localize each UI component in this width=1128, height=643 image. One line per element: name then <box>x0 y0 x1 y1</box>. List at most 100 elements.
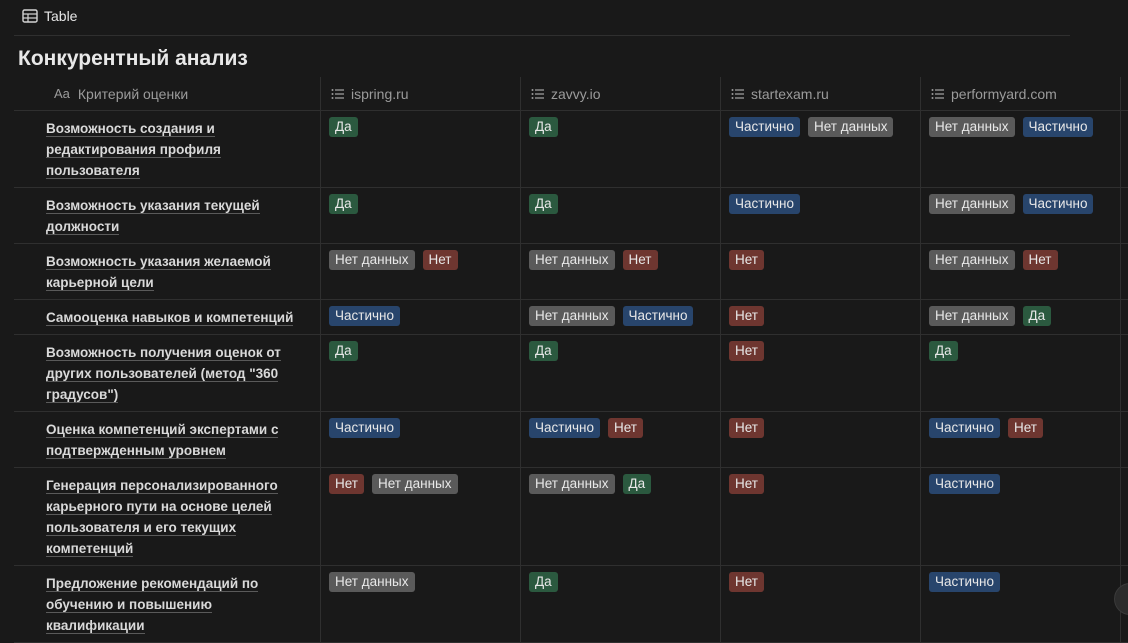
criterion-text[interactable]: подтвержденным уровнем <box>46 443 226 459</box>
table-row: Возможность создания и редактирования про… <box>14 111 1128 188</box>
tag-cell-zavvy.io[interactable]: Да <box>521 188 721 243</box>
table-row: Предложение рекомендаций по обучению и по… <box>14 566 1128 643</box>
criterion-text[interactable]: Возможность создания и <box>46 121 215 137</box>
status-tag: Нет <box>622 250 658 270</box>
list-icon <box>531 88 544 99</box>
tag-cell-zavvy.io[interactable]: Частично Нет <box>521 412 721 467</box>
status-tag: Да <box>329 194 358 214</box>
tag-cell-ispring.ru[interactable]: Частично <box>321 412 521 467</box>
column-header-label: Критерий оценки <box>77 85 189 102</box>
criterion-text[interactable]: градусов") <box>46 387 119 403</box>
table-row: Возможность указания желаемой карьерной ц… <box>14 244 1128 300</box>
criterion-text[interactable]: Предложение рекомендаций по <box>46 576 259 592</box>
criterion-text[interactable]: пользователя <box>46 163 140 179</box>
criterion-text[interactable]: карьерного пути на основе целей <box>46 499 272 515</box>
tag-cell-performyard.com[interactable]: Нет данных Нет <box>921 244 1121 299</box>
criterion-text[interactable]: Генерация персонализированного <box>46 478 278 494</box>
tag-cell-ispring.ru[interactable]: Да <box>321 188 521 243</box>
criterion-cell[interactable]: Возможность указания текущей должности <box>14 188 321 243</box>
status-tag: Нет данных <box>329 572 415 592</box>
table-header: Aa Критерий оценки ispring.ru zavvy.io s… <box>14 77 1128 111</box>
list-icon <box>931 88 944 99</box>
status-tag: Частично <box>1022 117 1094 137</box>
status-tag: Нет <box>729 572 764 592</box>
criterion-cell[interactable]: Самооценка навыков и компетенций <box>14 300 321 334</box>
status-tag: Нет <box>729 306 764 326</box>
criterion-cell[interactable]: Возможность указания желаемой карьерной ц… <box>14 244 321 299</box>
criterion-text[interactable]: компетенций <box>46 541 134 557</box>
status-tag: Да <box>622 474 652 494</box>
tag-cell-performyard.com[interactable]: Нет данных Частично <box>921 111 1121 187</box>
column-header-criterion[interactable]: Aa Критерий оценки <box>14 77 321 110</box>
status-tag: Нет <box>1022 250 1058 270</box>
status-tag: Частично <box>729 194 800 214</box>
tag-cell-performyard.com[interactable]: Частично <box>921 468 1121 565</box>
status-tag: Нет данных <box>929 250 1015 270</box>
tag-cell-startexam.ru[interactable]: Нет <box>721 300 921 334</box>
tag-cell-ispring.ru[interactable]: Частично <box>321 300 521 334</box>
table-row: Возможность получения оценок от других по… <box>14 335 1128 412</box>
tag-cell-startexam.ru[interactable]: Нет <box>721 335 921 411</box>
tag-cell-performyard.com[interactable]: Нет данных Да <box>921 300 1121 334</box>
tag-cell-startexam.ru[interactable]: Нет <box>721 468 921 565</box>
tag-cell-ispring.ru[interactable]: Нет Нет данных <box>321 468 521 565</box>
tag-cell-zavvy.io[interactable]: Да <box>521 566 721 642</box>
criterion-text[interactable]: Самооценка навыков и компетенций <box>46 310 294 326</box>
tag-cell-zavvy.io[interactable]: Нет данных Да <box>521 468 721 565</box>
criterion-cell[interactable]: Оценка компетенций экспертами с подтвержд… <box>14 412 321 467</box>
status-tag: Нет <box>729 341 764 361</box>
status-tag: Нет <box>729 474 764 494</box>
criterion-text[interactable]: Возможность указания текущей <box>46 198 260 214</box>
criterion-text[interactable]: пользователя и его текущих <box>46 520 237 536</box>
tag-cell-startexam.ru[interactable]: Нет <box>721 412 921 467</box>
status-tag: Частично <box>329 418 400 438</box>
criterion-cell[interactable]: Возможность получения оценок от других по… <box>14 335 321 411</box>
column-header-label: performyard.com <box>951 85 1057 102</box>
tag-cell-ispring.ru[interactable]: Да <box>321 335 521 411</box>
table-row: Генерация персонализированного карьерного… <box>14 468 1128 566</box>
tag-cell-startexam.ru[interactable]: Нет <box>721 566 921 642</box>
tag-cell-performyard.com[interactable]: Нет данных Частично <box>921 188 1121 243</box>
tag-cell-startexam.ru[interactable]: Нет <box>721 244 921 299</box>
criterion-text[interactable]: Возможность указания желаемой <box>46 254 271 270</box>
status-tag: Да <box>529 117 558 137</box>
tag-cell-ispring.ru[interactable]: Да <box>321 111 521 187</box>
column-header-label: zavvy.io <box>551 85 601 102</box>
tag-cell-ispring.ru[interactable]: Нет данных Нет <box>321 244 521 299</box>
tag-cell-zavvy.io[interactable]: Нет данных Нет <box>521 244 721 299</box>
tag-cell-zavvy.io[interactable]: Да <box>521 335 721 411</box>
column-header-startexam[interactable]: startexam.ru <box>721 77 921 110</box>
criterion-text[interactable]: должности <box>46 219 120 235</box>
criterion-text[interactable]: карьерной цели <box>46 275 154 291</box>
status-tag: Частично <box>929 418 1000 438</box>
tag-cell-startexam.ru[interactable]: Частично Нет данных <box>721 111 921 187</box>
status-tag: Частично <box>729 117 800 137</box>
criterion-text[interactable]: квалификации <box>46 618 145 634</box>
column-header-ispring[interactable]: ispring.ru <box>321 77 521 110</box>
criterion-cell[interactable]: Возможность создания и редактирования про… <box>14 111 321 187</box>
column-header-performyard[interactable]: performyard.com <box>921 77 1121 110</box>
status-tag: Частично <box>929 474 1000 494</box>
criterion-cell[interactable]: Генерация персонализированного карьерного… <box>14 468 321 565</box>
column-header-zavvy[interactable]: zavvy.io <box>521 77 721 110</box>
tag-cell-zavvy.io[interactable]: Нет данных Частично <box>521 300 721 334</box>
criterion-text[interactable]: обучению и повышению <box>46 597 213 613</box>
title-property-icon: Aa <box>54 86 70 101</box>
tag-cell-performyard.com[interactable]: Да <box>921 335 1121 411</box>
tag-cell-zavvy.io[interactable]: Да <box>521 111 721 187</box>
criterion-text[interactable]: редактирования профиля <box>46 142 221 158</box>
criterion-cell[interactable]: Предложение рекомендаций по обучению и по… <box>14 566 321 642</box>
view-tab-table[interactable]: Table <box>14 2 85 30</box>
criterion-text[interactable]: Оценка компетенций экспертами с <box>46 422 279 438</box>
status-tag: Да <box>529 572 558 592</box>
tag-cell-performyard.com[interactable]: Частично <box>921 566 1121 642</box>
comparison-table: Aa Критерий оценки ispring.ru zavvy.io s… <box>14 77 1128 643</box>
table-row: Самооценка навыков и компетенций Частично… <box>14 300 1128 335</box>
criterion-text[interactable]: других пользователей (метод "360 <box>46 366 279 382</box>
status-tag: Нет данных <box>529 250 615 270</box>
status-tag: Да <box>929 341 958 361</box>
tag-cell-startexam.ru[interactable]: Частично <box>721 188 921 243</box>
tag-cell-performyard.com[interactable]: Частично Нет <box>921 412 1121 467</box>
tag-cell-ispring.ru[interactable]: Нет данных <box>321 566 521 642</box>
criterion-text[interactable]: Возможность получения оценок от <box>46 345 281 361</box>
